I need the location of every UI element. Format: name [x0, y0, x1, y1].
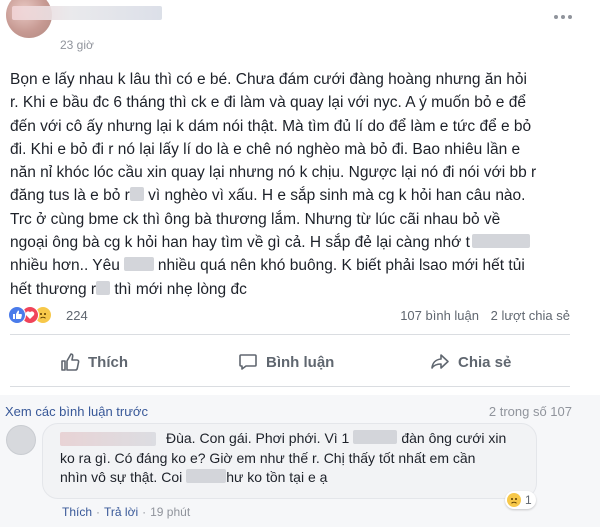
post-line: đăng tus là e bỏ r vì nghèo vì xấu. H e …: [10, 187, 526, 205]
redacted-text: [471, 234, 530, 249]
reaction-icons[interactable]: [8, 306, 68, 326]
thumbs-up-icon: [61, 353, 80, 371]
post-timestamp[interactable]: 23 giờ: [60, 38, 94, 52]
comment-text: Đùa. Con gái. Phơi phới. Vì 1 đàn ông cướ…: [60, 429, 530, 488]
post-line: đến với cô ấy nhưng lại k dám nói thật. …: [10, 117, 532, 135]
post-line: đi. Khi e bỏ đi r nó lại lấy lí do là e …: [10, 140, 521, 158]
like-reaction-icon: [8, 306, 26, 324]
comment-reaction-badge[interactable]: 1: [505, 491, 536, 509]
view-previous-comments-link[interactable]: Xem các bình luận trước: [5, 404, 148, 419]
like-button-label: Thích: [88, 353, 128, 371]
post-line: ngoại ông bà cg k hỏi han hay tìm về gì …: [10, 231, 570, 254]
share-button[interactable]: Chia sẻ: [430, 348, 511, 376]
comment-line: ko ra gì. Có đáng ko e? Giờ em như thế r…: [60, 449, 476, 466]
redacted-text: [129, 187, 144, 202]
post-header: 23 giờ: [0, 0, 600, 52]
post-actions: Thích Bình luận Chia sẻ: [0, 340, 600, 384]
share-arrow-icon: [431, 354, 449, 369]
like-button[interactable]: Thích: [60, 348, 128, 376]
comment-reply-link[interactable]: Trả lời: [104, 505, 138, 519]
commenter-avatar[interactable]: [6, 425, 36, 455]
sad-reaction-icon: [507, 493, 521, 507]
redacted-text: [186, 469, 227, 483]
divider: [10, 334, 570, 335]
comment-icon: [239, 354, 257, 370]
comment-line: nhìn vô sự thật. Coi hư ko tồn tại e ạ: [60, 469, 328, 485]
post-line: Bọn e lấy nhau k lâu thì có e bé. Chưa đ…: [10, 71, 527, 88]
post-line: nhiều hơn.. Yêu nhiều quá nên khó buông. …: [10, 257, 525, 275]
comments-section: Xem các bình luận trước 2 trong số 107 Đ…: [0, 395, 600, 527]
post-text: Bọn e lấy nhau k lâu thì có e bé. Chưa đ…: [10, 68, 570, 301]
reactions-summary: 224 107 bình luận 2 lượt chia sẻ: [0, 300, 600, 332]
share-count-link[interactable]: 2 lượt chia sẻ: [491, 308, 570, 323]
redacted-text: [353, 430, 398, 444]
post-line: r. Khi e bầu đc 6 tháng thì ck e đi làm …: [10, 94, 526, 112]
comment-reaction-count: 1: [525, 493, 532, 507]
comment-like-link[interactable]: Thích: [62, 505, 92, 519]
post-line: năn nỉ khóc lóc cầu xin quay lại nhưng n…: [10, 164, 537, 182]
post-line: hết thương r thì mới nhẹ lòng đc: [10, 280, 247, 298]
redacted-text: [96, 280, 111, 295]
share-button-label: Chia sẻ: [458, 353, 512, 371]
reaction-count[interactable]: 224: [66, 308, 88, 323]
post-line: Trc ở cùng bme ck thì ông bà thương lắm.…: [10, 210, 501, 228]
comment-line: Đùa. Con gái. Phơi phới. Vì 1 đàn ông cướ…: [166, 430, 507, 446]
comment-button[interactable]: Bình luận: [238, 348, 334, 376]
comment-count-link[interactable]: 107 bình luận: [400, 308, 479, 323]
comment-button-label: Bình luận: [266, 353, 335, 371]
comment-meta: Thích · Trả lời · 19 phút: [62, 505, 191, 519]
comment-timestamp[interactable]: 19 phút: [150, 505, 190, 519]
post-stats: 107 bình luận 2 lượt chia sẻ: [392, 308, 570, 323]
author-name-redacted: [12, 6, 162, 20]
divider: [10, 386, 570, 387]
comments-shown-count: 2 trong số 107: [488, 404, 572, 419]
redacted-text: [123, 257, 154, 272]
more-options-icon[interactable]: [553, 10, 573, 24]
